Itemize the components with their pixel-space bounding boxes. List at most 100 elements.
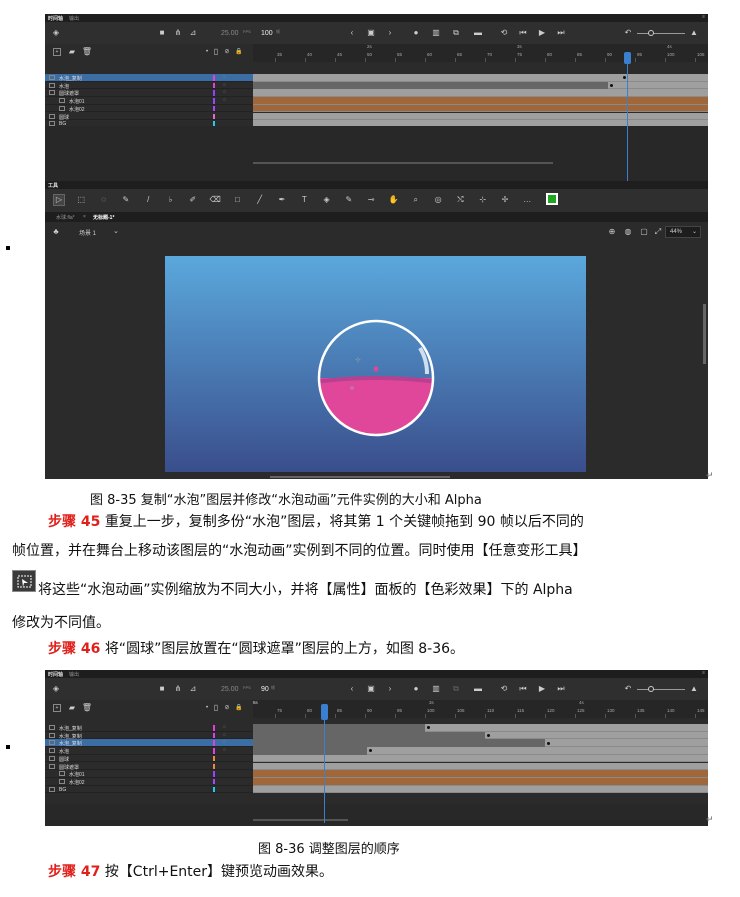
camera-icon-2[interactable]: ■ <box>157 684 167 694</box>
asset-warp-icon[interactable]: ⊹ <box>477 194 489 206</box>
frame-track[interactable] <box>253 777 708 786</box>
layer-name[interactable]: BG <box>59 787 66 793</box>
center-frame-icon[interactable]: ▣ <box>366 28 376 38</box>
onion-skin-icon-2[interactable]: ● <box>411 684 421 694</box>
layer-color-swatch[interactable] <box>213 75 216 81</box>
camera-icon[interactable]: ■ <box>157 28 167 38</box>
output-tab-2[interactable]: 输出 <box>69 671 79 678</box>
layer-row[interactable]: 水泡_复制 ◌ <box>45 724 253 732</box>
frame-track[interactable] <box>253 89 708 98</box>
center-frame-icon-2[interactable]: ▣ <box>366 684 376 694</box>
hide-all-icon-2[interactable]: ⊘ <box>223 704 231 712</box>
water-ball-graphic[interactable]: ⊹ <box>165 256 586 472</box>
layer-row[interactable]: 圆球 <box>45 112 253 121</box>
new-layer-icon-2[interactable]: + <box>53 704 61 712</box>
more-icon[interactable]: … <box>521 194 533 206</box>
keyframe[interactable] <box>610 84 613 87</box>
layer-row[interactable]: 水泡_复制 ◌ <box>45 739 253 747</box>
eyedropper-icon[interactable]: ✎ <box>343 194 355 206</box>
output-tab[interactable]: 输出 <box>69 15 79 22</box>
layer-color-swatch[interactable] <box>213 763 216 769</box>
subselect-icon[interactable]: ⬚ <box>75 194 87 206</box>
layer-row[interactable]: 水泡_复制 ◌ <box>45 74 253 82</box>
scene-icon[interactable]: ♣ <box>51 227 61 237</box>
doc-tab-2[interactable]: 无标题-1* <box>93 214 114 221</box>
layer-color-swatch[interactable] <box>213 725 216 731</box>
layer-color-swatch[interactable] <box>213 90 216 96</box>
layer-visibility-icon[interactable]: ◌ <box>223 747 226 753</box>
edit-multiple-icon[interactable]: ▥ <box>431 28 441 38</box>
layer-color-swatch[interactable] <box>213 755 216 762</box>
highlight-icon[interactable]: • <box>203 48 211 56</box>
end-icon-2[interactable]: ⏭ <box>556 684 566 694</box>
layer-visibility-icon[interactable]: ◌ <box>223 97 226 103</box>
scene-name[interactable]: 场景 1 <box>79 228 96 237</box>
lasso-icon[interactable]: ◌ <box>98 194 110 206</box>
layer-color-swatch[interactable] <box>213 98 216 104</box>
layer-visibility-icon[interactable]: ◌ <box>223 724 226 730</box>
clip-icon[interactable]: ◍ <box>623 227 633 237</box>
pin-icon[interactable]: ⊸ <box>365 194 377 206</box>
rewind-icon-2[interactable]: ⏮ <box>518 684 528 694</box>
playhead-line[interactable] <box>627 52 628 182</box>
playhead-handle-2[interactable] <box>321 704 328 720</box>
timeline-tab[interactable]: 时间轴 <box>48 15 63 22</box>
layer-row[interactable]: BG <box>45 785 253 794</box>
motion-tween-icon[interactable]: ⧉ <box>451 28 461 38</box>
doc-tab-close-icon[interactable]: × <box>83 214 86 220</box>
rectangle-icon[interactable]: □ <box>231 194 243 206</box>
layer-row[interactable]: 圆球遮罩 <box>45 762 253 771</box>
zoom-slider[interactable] <box>637 33 685 34</box>
classic-brush-icon[interactable]: ♭ <box>165 194 177 206</box>
graph-icon[interactable]: ⊿ <box>188 28 198 38</box>
shape-tween-icon-2[interactable]: ▬ <box>473 684 483 694</box>
play-icon[interactable]: ▶ <box>537 28 547 38</box>
parent-icon-2[interactable]: ⋔ <box>173 684 183 694</box>
eraser-icon[interactable]: ⌫ <box>209 194 221 206</box>
panel-menu-icon-2[interactable]: ≡ <box>702 670 705 676</box>
frame-track[interactable] <box>253 97 708 105</box>
paint-bucket-icon[interactable]: ◈ <box>321 194 333 206</box>
mountain-icon-2[interactable]: ▲ <box>689 684 699 694</box>
frame-track[interactable] <box>253 74 708 82</box>
brush-icon[interactable]: ✎ <box>120 194 132 206</box>
next-frame-icon[interactable]: › <box>385 28 395 38</box>
layer-color-swatch[interactable] <box>213 786 216 793</box>
next-frame-icon-2[interactable]: › <box>385 684 395 694</box>
stroke-fill-icon[interactable] <box>545 193 558 205</box>
bone-icon[interactable]: ⤭ <box>454 194 466 206</box>
playhead-handle[interactable] <box>624 52 631 64</box>
folder-icon[interactable]: ▰ <box>68 48 76 56</box>
frame-track[interactable] <box>253 762 708 771</box>
doc-tab-1[interactable]: 水球.fla* <box>56 214 75 221</box>
playhead-line-2[interactable] <box>324 708 325 823</box>
loop-icon-2[interactable]: ⟲ <box>499 684 509 694</box>
lock-all-icon[interactable]: 🔒 <box>235 48 243 56</box>
layers-icon-2[interactable]: ◈ <box>51 684 61 694</box>
layer-color-swatch[interactable] <box>213 732 216 739</box>
layer-row[interactable]: 水泡_复制 ◌ <box>45 731 253 740</box>
hide-all-icon[interactable]: ⊘ <box>223 48 231 56</box>
layer-color-swatch[interactable] <box>213 82 216 89</box>
timeline-tab-2[interactable]: 时间轴 <box>48 671 63 678</box>
folder-icon-2[interactable]: ▰ <box>68 704 76 712</box>
zoom-select[interactable]: 44% ⌄ <box>665 226 701 238</box>
select-icon[interactable]: ▷ <box>53 194 65 206</box>
zoom-slider-thumb[interactable] <box>648 30 654 36</box>
vertical-scrollbar[interactable] <box>703 304 706 364</box>
fit-icon[interactable]: ▢ <box>639 227 649 237</box>
undo-icon[interactable]: ↶ <box>623 28 633 38</box>
horizontal-scrollbar-2[interactable] <box>253 819 348 821</box>
layer-color-swatch[interactable] <box>213 740 216 746</box>
layer-row[interactable]: 水泡01 ◌ <box>45 97 253 105</box>
prev-frame-icon[interactable]: ‹ <box>347 28 357 38</box>
new-layer-icon[interactable]: + <box>53 48 61 56</box>
center-stage-icon[interactable]: ⊕ <box>607 227 617 237</box>
layer-visibility-icon[interactable]: ◌ <box>223 74 226 80</box>
layer-color-swatch[interactable] <box>213 778 216 785</box>
graph-icon-2[interactable]: ⊿ <box>188 684 198 694</box>
mountain-icon[interactable]: ▲ <box>689 28 699 38</box>
motion-tween-icon-2[interactable]: ⧉ <box>451 684 461 694</box>
highlight-icon-2[interactable]: • <box>203 704 211 712</box>
frame-track[interactable] <box>253 785 708 794</box>
